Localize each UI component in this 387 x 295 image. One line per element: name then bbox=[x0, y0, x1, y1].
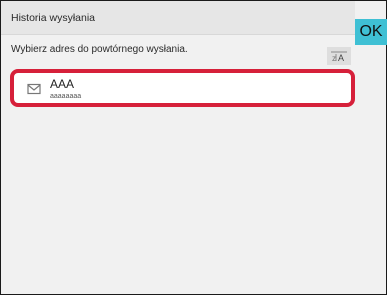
header-bar: Historia wysyłania bbox=[1, 1, 355, 35]
history-item-address: aaaaaaaa bbox=[50, 93, 82, 100]
instruction-text: Wybierz adres do powtórnego wysłania. bbox=[11, 44, 188, 55]
svg-text:A: A bbox=[338, 53, 344, 63]
history-item-name: AAA bbox=[50, 77, 75, 91]
history-list-item[interactable]: AAA aaaaaaaa bbox=[10, 69, 355, 107]
dialog-title: Historia wysyłania bbox=[11, 12, 96, 24]
mail-icon bbox=[27, 83, 41, 95]
sort-button[interactable]: z A bbox=[327, 47, 351, 65]
svg-text:z: z bbox=[332, 54, 336, 63]
ok-button[interactable]: OK bbox=[355, 19, 387, 45]
dialog-frame: Historia wysyłania OK Wybierz adres do p… bbox=[0, 0, 387, 295]
sort-az-icon: z A bbox=[331, 51, 347, 63]
